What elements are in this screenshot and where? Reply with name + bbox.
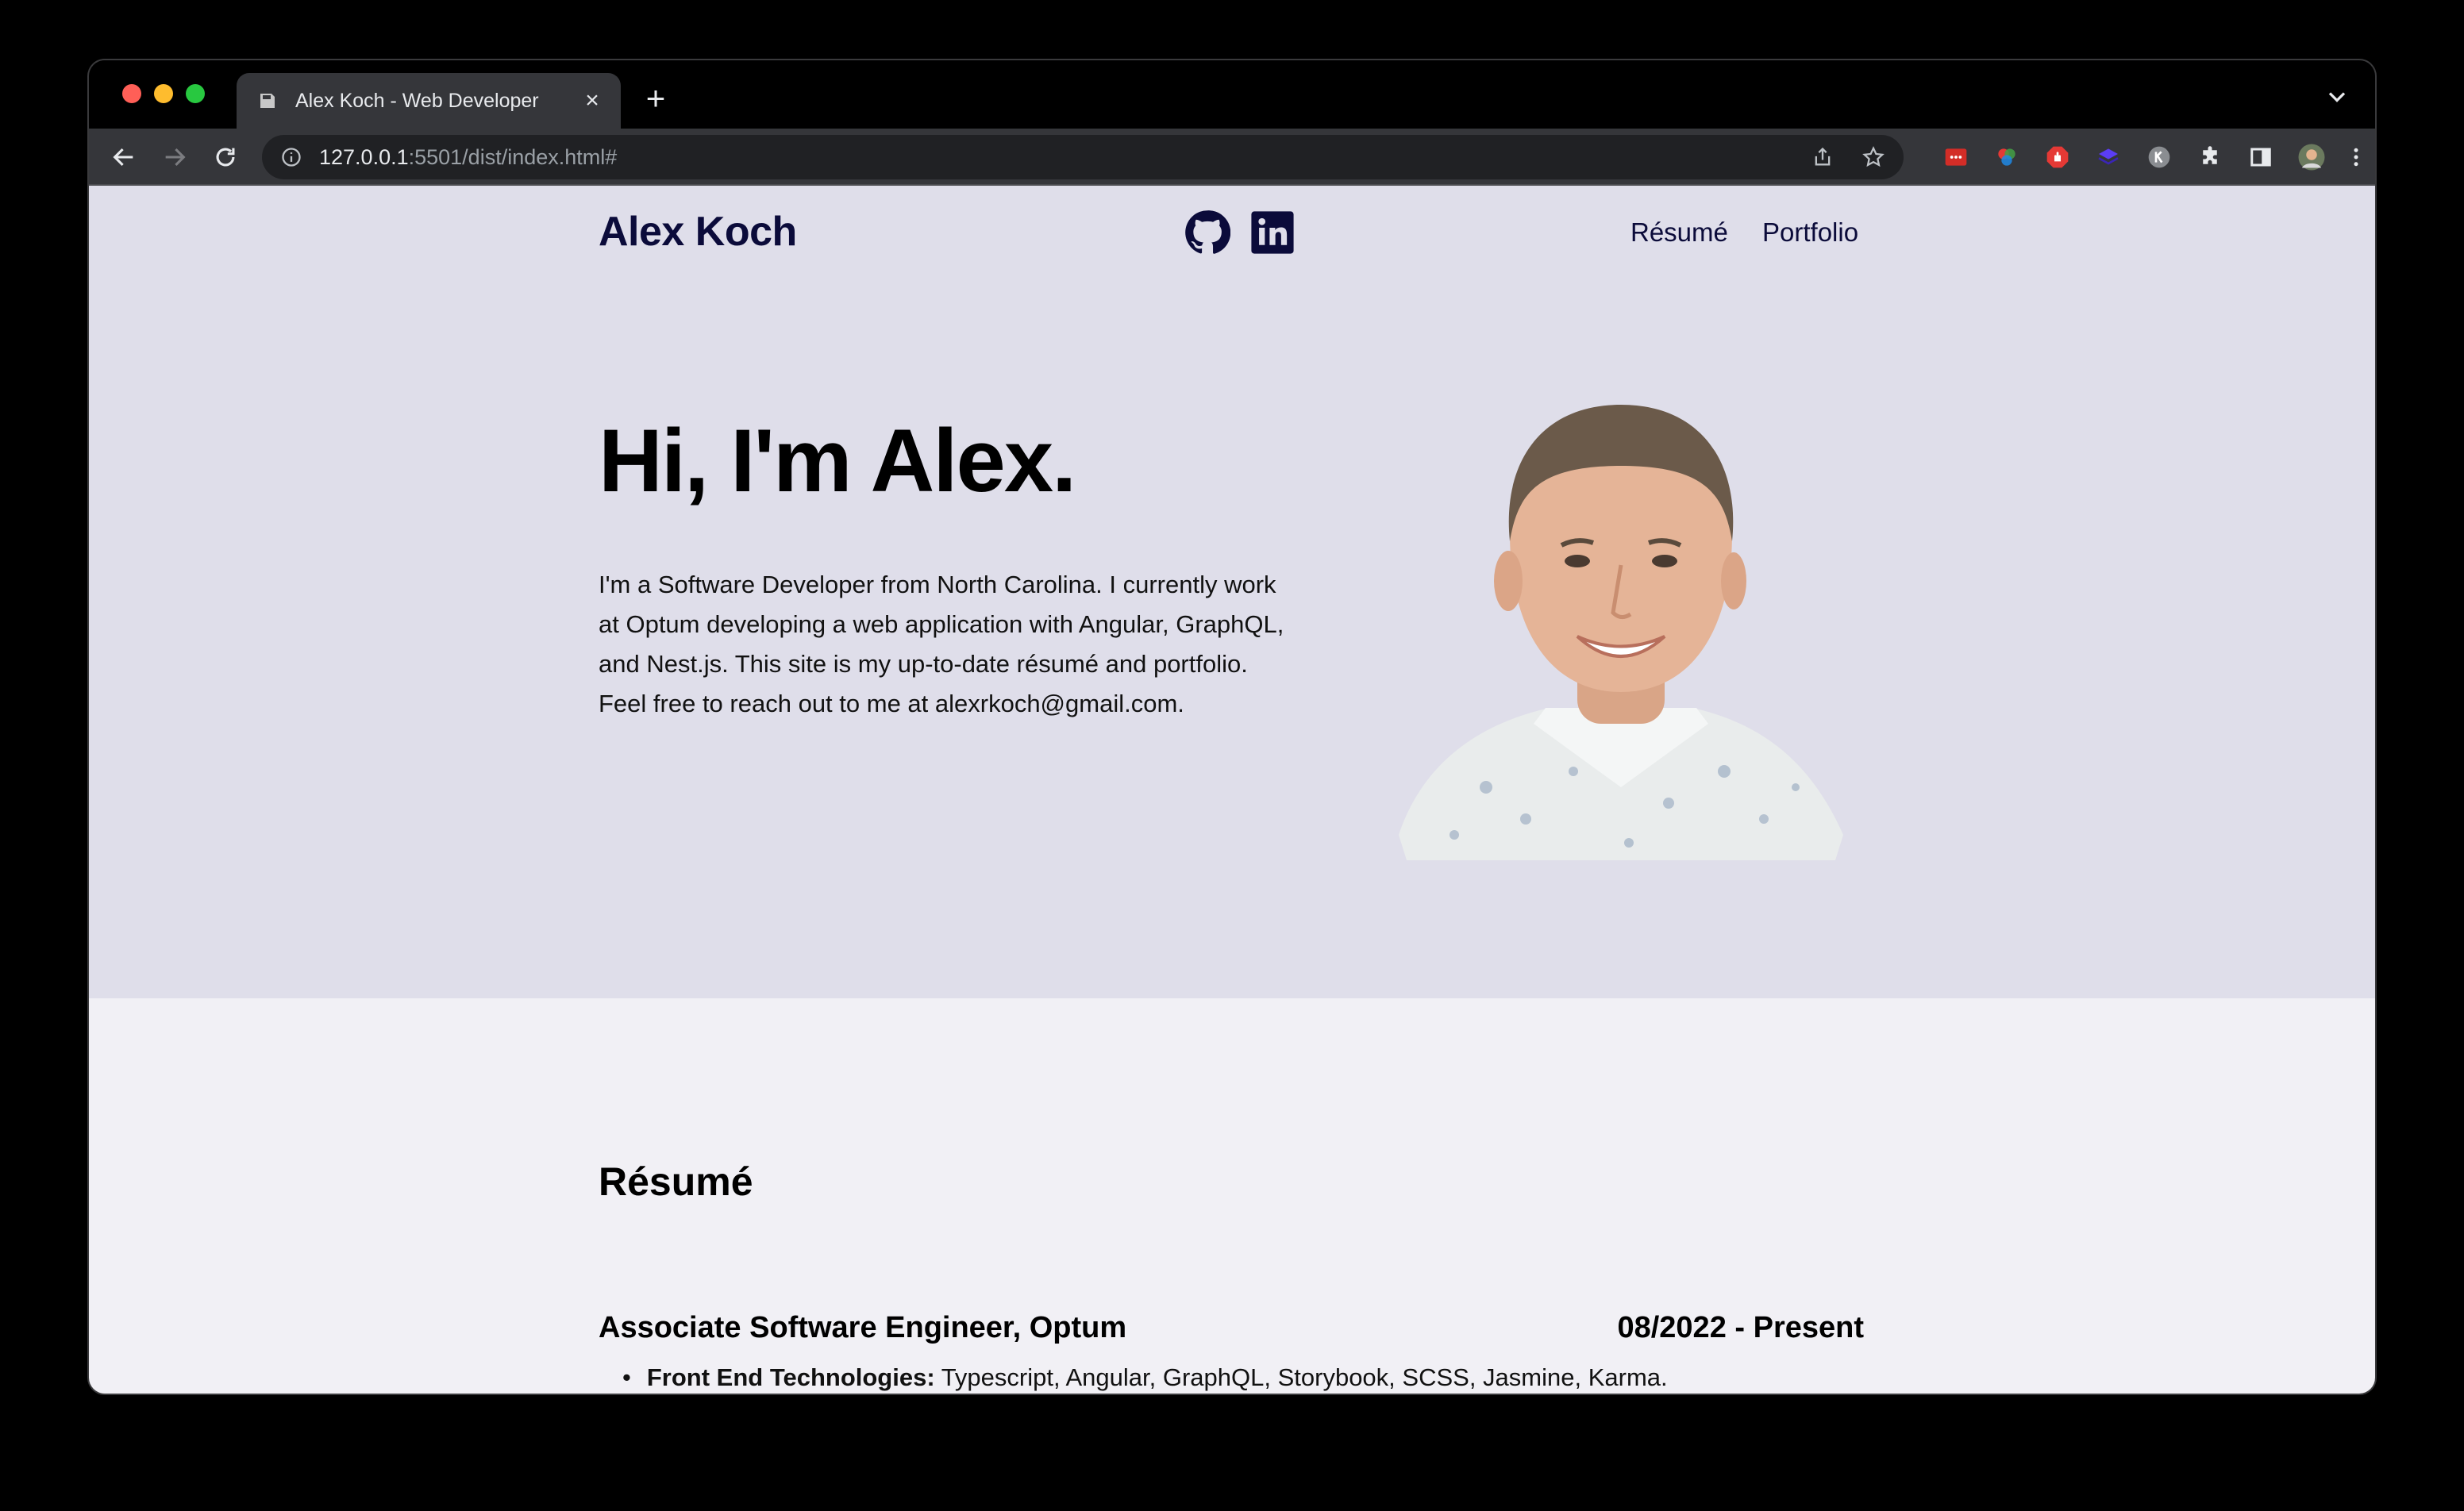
chevron-down-icon[interactable]	[2323, 83, 2351, 111]
browser-tab[interactable]: Alex Koch - Web Developer ×	[237, 73, 621, 129]
hero-intro-text: I'm a Software Developer from North Caro…	[599, 571, 1284, 717]
tab-title: Alex Koch - Web Developer	[295, 89, 539, 112]
puzzle-icon[interactable]	[2196, 143, 2224, 171]
forward-arrow-icon[interactable]	[159, 141, 191, 173]
bullet-label: Front End Technologies:	[646, 1363, 935, 1391]
sidebar-icon[interactable]	[2246, 143, 2275, 171]
star-icon[interactable]	[1861, 144, 1886, 170]
bullet-text: Typescript, Angular, GraphQL, Storybook,…	[934, 1363, 1668, 1391]
browser-toolbar: 127.0.0.1:5501/dist/index.html#	[89, 129, 2375, 186]
tab-strip: Alex Koch - Web Developer × +	[89, 60, 2375, 129]
github-icon[interactable]	[1184, 210, 1231, 256]
back-arrow-icon[interactable]	[108, 141, 140, 173]
resume-section-title: Résumé	[599, 1159, 753, 1204]
close-window-button[interactable]	[122, 84, 141, 103]
url-host: 127.0.0.1	[319, 144, 409, 169]
profile-avatar-icon[interactable]	[2297, 143, 2326, 171]
tab-close-icon[interactable]: ×	[579, 88, 605, 113]
maximize-window-button[interactable]	[186, 84, 205, 103]
web-page: Alex Koch Résumé Portfolio Hi, I'm Alex.…	[89, 186, 2375, 1394]
kebab-menu-icon[interactable]	[2348, 143, 2364, 171]
share-icon[interactable]	[1810, 144, 1835, 170]
job-bullet-item: Front End Technologies: Typescript, Angu…	[622, 1363, 1668, 1392]
site-title[interactable]: Alex Koch	[599, 208, 797, 256]
job-title: Associate Software Engineer, Optum	[599, 1311, 1127, 1344]
address-bar[interactable]: 127.0.0.1:5501/dist/index.html#	[262, 135, 1904, 179]
hero-heading: Hi, I'm Alex.	[599, 411, 1076, 510]
profile-portrait-image	[1399, 405, 1843, 860]
job-dates: 08/2022 - Present	[1617, 1311, 1864, 1344]
extension-layers-icon[interactable]	[2094, 143, 2123, 171]
extension-lastpass-icon[interactable]	[1942, 143, 1970, 171]
browser-window: Alex Koch - Web Developer × + 127.0.0.1:…	[89, 60, 2375, 1394]
extension-adblock-icon[interactable]	[2043, 143, 2072, 171]
nav-link-portfolio[interactable]: Portfolio	[1762, 217, 1858, 248]
linkedin-icon[interactable]	[1249, 210, 1296, 256]
info-icon[interactable]	[279, 145, 303, 169]
nav-link-resume[interactable]: Résumé	[1630, 217, 1728, 248]
url-path: :5501/dist/index.html#	[408, 144, 618, 169]
extension-color-picker-icon[interactable]	[1992, 143, 2021, 171]
hero-section: Alex Koch Résumé Portfolio Hi, I'm Alex.…	[89, 186, 2375, 998]
reload-icon[interactable]	[210, 141, 241, 173]
extension-k-icon[interactable]	[2145, 143, 2173, 171]
floppy-disk-icon	[257, 90, 278, 111]
url-text[interactable]: 127.0.0.1:5501/dist/index.html#	[319, 145, 617, 170]
new-tab-button[interactable]: +	[637, 79, 675, 117]
minimize-window-button[interactable]	[154, 84, 173, 103]
